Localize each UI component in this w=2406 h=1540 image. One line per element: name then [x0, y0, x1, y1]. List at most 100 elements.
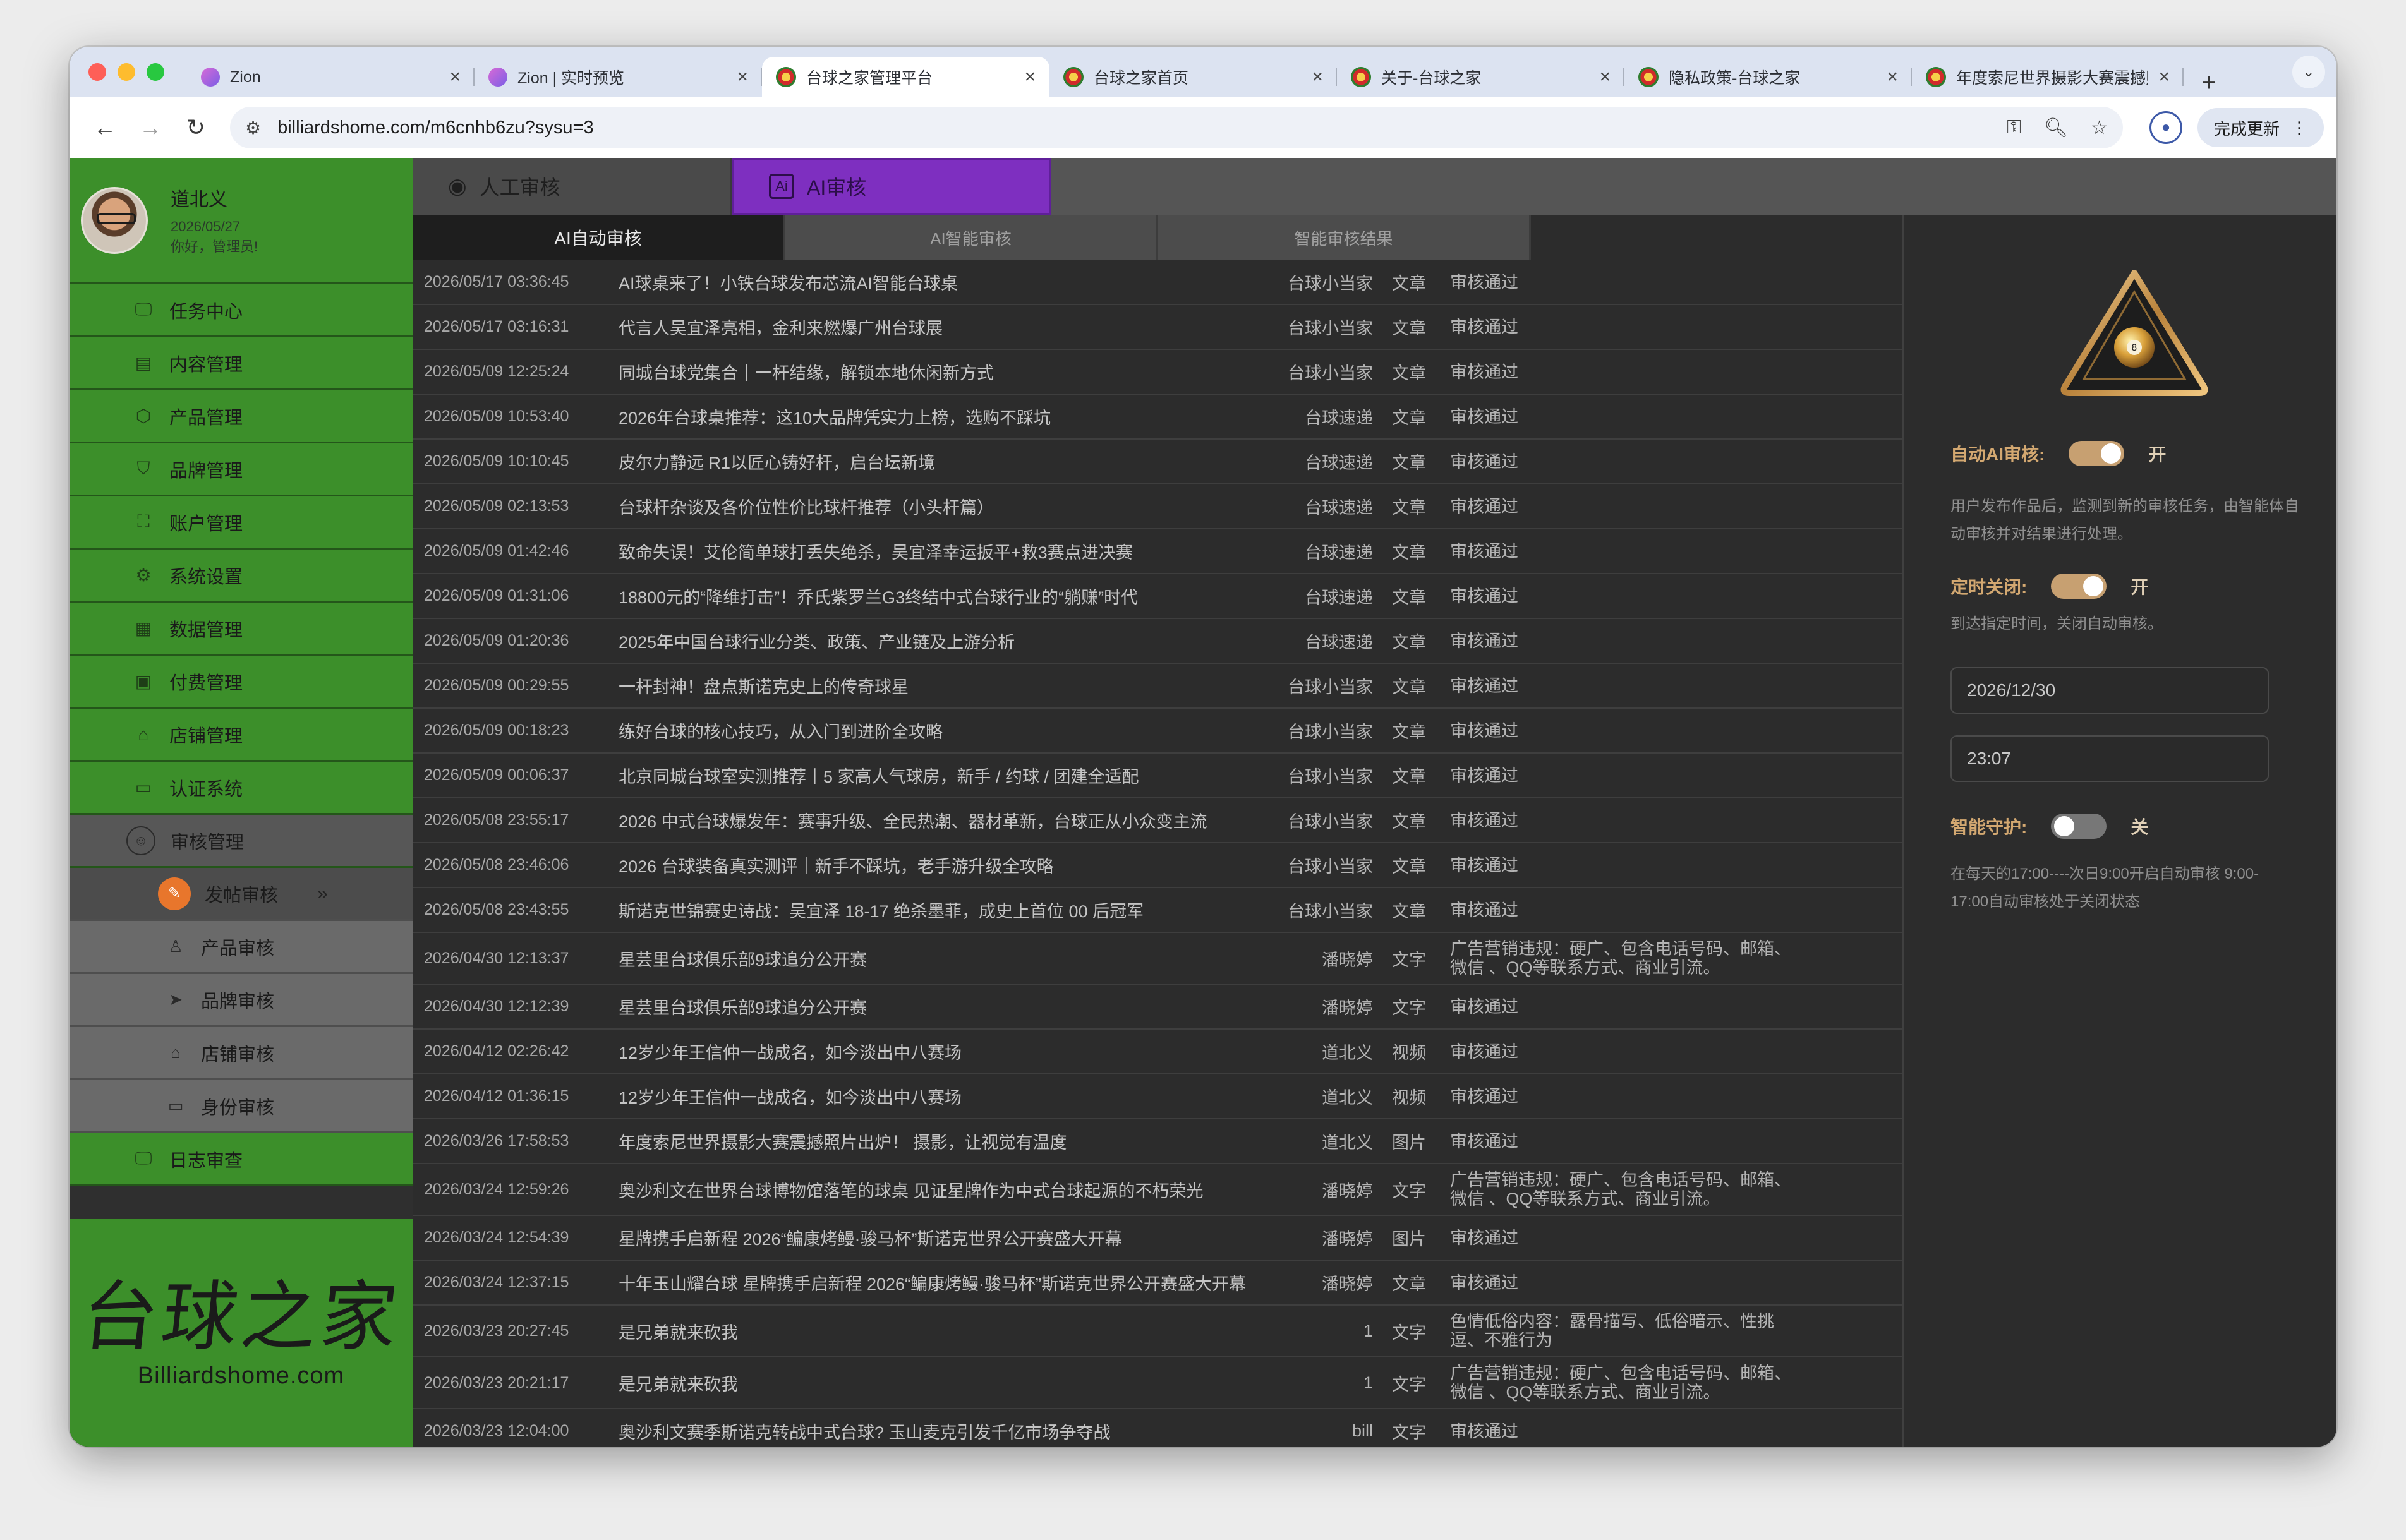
zoom-icon[interactable]: 🔍︎	[2044, 117, 2068, 139]
table-row[interactable]: 2026/05/08 23:55:17 2026 中式台球爆发年：赛事升级、全民热…	[413, 798, 1902, 843]
sidebar-item-log[interactable]: 🖵 日志审查	[70, 1133, 413, 1186]
table-row[interactable]: 2026/05/17 03:36:45 AI球桌来了！小铁台球发布芯流AI智能台球…	[413, 260, 1902, 305]
close-window-button[interactable]	[88, 63, 106, 81]
sidebar-item-brand[interactable]: ⛉ 品牌管理	[70, 443, 413, 496]
row-title: 12岁少年王信仲一战成名，如今淡出中八赛场	[619, 1044, 962, 1062]
avatar[interactable]	[81, 186, 148, 254]
admin-app: 道北义 2026/05/27 你好，管理员! 🖵 任务中心 ▤ 内容管理 ⬡ 产品管理…	[70, 158, 2336, 1447]
browser-tab-active[interactable]: 台球之家管理平台 ×	[762, 57, 1049, 97]
address-bar[interactable]: ⚙ billiardshome.com/m6cnhb6zu?sysu=3 ⚿ 🔍…	[230, 107, 2123, 148]
browser-tab[interactable]: 年度索尼世界摄影大赛震撼照 ×	[1912, 57, 2184, 97]
sidebar-item-task-center[interactable]: 🖵 任务中心	[70, 284, 413, 337]
table-row[interactable]: 2026/04/30 12:12:39 星芸里台球俱乐部9球追分公开赛 潘晓婷 文字 审…	[413, 985, 1902, 1030]
table-row[interactable]: 2026/05/09 01:20:36 2025年中国台球行业分类、政策、产业链及…	[413, 619, 1902, 664]
row-status: 色情低俗内容：露骨描写、低俗暗示、性挑逗、不雅行为	[1450, 1312, 1774, 1350]
more-menu-icon[interactable]: ⋮	[2291, 118, 2307, 138]
forward-arrow-icon[interactable]: →	[128, 114, 173, 141]
close-tab-icon[interactable]: ×	[1599, 66, 1611, 88]
sidebar-item-account[interactable]: ⛶ 账户管理	[70, 496, 413, 550]
sidebar-item-product[interactable]: ⬡ 产品管理	[70, 390, 413, 443]
table-row[interactable]: 2026/05/17 03:16:31 代言人吴宜泽亮相，金利来燃爆广州台球展 台球…	[413, 305, 1902, 350]
close-tab-icon[interactable]: ×	[2158, 66, 2170, 88]
sidebar-item-certification[interactable]: ▭ 认证系统	[70, 762, 413, 815]
row-author: 潘晓婷	[1322, 1181, 1373, 1201]
update-button[interactable]: 完成更新 ⋮	[2197, 108, 2324, 147]
tab-ai-smart-review[interactable]: AI智能审核	[785, 215, 1158, 260]
tab-ai-auto-review[interactable]: AI自动审核	[413, 215, 785, 260]
table-row[interactable]: 2026/05/09 00:29:55 一杆封神！盘点斯诺克史上的传奇球星 台球小当…	[413, 664, 1902, 709]
table-row[interactable]: 2026/03/23 12:04:00 奥沙利文赛季斯诺克转战中式台球? 玉山麦克…	[413, 1409, 1902, 1447]
sidebar-item-data[interactable]: ▦ 数据管理	[70, 603, 413, 656]
timed-close-toggle[interactable]	[2051, 574, 2107, 599]
browser-tab[interactable]: Zion | 实时预览 ×	[475, 57, 762, 97]
browser-tab[interactable]: 关于-台球之家 ×	[1337, 57, 1624, 97]
close-date-field[interactable]: 2026/12/30	[1950, 667, 2269, 714]
sidebar-item-review[interactable]: ☺ 审核管理	[70, 815, 413, 868]
table-row[interactable]: 2026/05/09 12:25:24 同城台球党集合｜一杆结缘，解锁本地休闲新方…	[413, 350, 1902, 395]
timed-close-description: 到达指定时间，关闭自动审核。	[1950, 615, 2163, 632]
table-row[interactable]: 2026/05/08 23:43:55 斯诺克世锦赛史诗战：吴宜泽 18-17 绝…	[413, 888, 1902, 933]
table-row[interactable]: 2026/03/23 20:21:17 是兄弟就来砍我 1 文字 广告营销违规：硬广、包…	[413, 1357, 1902, 1409]
table-row[interactable]: 2026/04/12 01:36:15 12岁少年王信仲一战成名，如今淡出中八赛场…	[413, 1074, 1902, 1119]
table-row[interactable]: 2026/03/24 12:54:39 星牌携手启新程 2026“鳊康烤鳗·骏马杯…	[413, 1216, 1902, 1261]
sidebar-item-settings[interactable]: ⚙ 系统设置	[70, 550, 413, 603]
tab-search-chevron-icon[interactable]: ⌄	[2292, 56, 2325, 88]
table-row[interactable]: 2026/05/09 10:53:40 2026年台球桌推荐：这10大品牌凭实力上…	[413, 395, 1902, 440]
table-row[interactable]: 2026/05/09 01:31:06 18800元的“降维打击”！乔氏紫罗兰G3…	[413, 574, 1902, 619]
reload-icon[interactable]: ↻	[173, 114, 219, 141]
close-tab-icon[interactable]: ×	[737, 66, 748, 88]
row-type: 文章	[1392, 1275, 1426, 1294]
sidebar-subitem-identity-review[interactable]: ▭ 身份审核	[70, 1080, 413, 1133]
table-row[interactable]: 2026/05/09 02:13:53 台球杆杂谈及各价位性价比球杆推荐（小头杆篇…	[413, 484, 1902, 529]
table-row[interactable]: 2026/03/24 12:59:26 奥沙利文在世界台球博物馆落笔的球桌 见证星…	[413, 1164, 1902, 1216]
browser-tab[interactable]: 隐私政策-台球之家 ×	[1624, 57, 1912, 97]
sidebar-subitem-store-review[interactable]: ⌂ 店铺审核	[70, 1027, 413, 1080]
close-tab-icon[interactable]: ×	[449, 66, 461, 88]
row-title: 星芸里台球俱乐部9球追分公开赛	[619, 950, 867, 970]
browser-tab[interactable]: 台球之家首页 ×	[1049, 57, 1337, 97]
tab-smart-review-results[interactable]: 智能审核结果	[1158, 215, 1531, 260]
sidebar-item-content[interactable]: ▤ 内容管理	[70, 337, 413, 390]
new-tab-button[interactable]: +	[2190, 69, 2228, 97]
row-author: 道北义	[1322, 1088, 1373, 1107]
table-row[interactable]: 2026/03/24 12:37:15 十年玉山耀台球 星牌携手启新程 2026“…	[413, 1261, 1902, 1306]
sidebar-subitem-product-review[interactable]: ♙ 产品审核	[70, 921, 413, 974]
table-row[interactable]: 2026/04/12 02:26:42 12岁少年王信仲一战成名，如今淡出中八赛场…	[413, 1030, 1902, 1074]
close-tab-icon[interactable]: ×	[1312, 66, 1323, 88]
table-row[interactable]: 2026/03/23 20:27:45 是兄弟就来砍我 1 文字 色情低俗内容：露骨描写…	[413, 1306, 1902, 1357]
profile-icon[interactable]: ●	[2149, 111, 2182, 144]
table-row[interactable]: 2026/03/26 17:58:53 年度索尼世界摄影大赛震撼照片出炉！ 摄影，…	[413, 1119, 1902, 1164]
table-row[interactable]: 2026/05/09 00:18:23 练好台球的核心技巧，从入门到进阶全攻略 台球…	[413, 709, 1902, 754]
minimize-window-button[interactable]	[118, 63, 135, 81]
smart-guard-toggle[interactable]	[2051, 814, 2107, 839]
post-review-icon: ✎	[158, 877, 191, 910]
timed-close-setting: 定时关闭: 开	[1950, 574, 2148, 599]
sidebar-subitem-brand-review[interactable]: ➤ 品牌审核	[70, 974, 413, 1027]
table-row[interactable]: 2026/05/09 00:06:37 北京同城台球室实测推荐丨5 家高人气球房，…	[413, 754, 1902, 798]
tab-manual-review[interactable]: ◉ 人工审核	[413, 158, 732, 215]
auto-ai-toggle[interactable]	[2069, 441, 2125, 466]
close-time-field[interactable]: 23:07	[1950, 735, 2269, 782]
close-tab-icon[interactable]: ×	[1887, 66, 1898, 88]
tab-ai-review[interactable]: Ai AI审核	[732, 158, 1051, 215]
row-title: 斯诺克世锦赛史诗战：吴宜泽 18-17 绝杀墨菲，成史上首位 00 后冠军	[619, 902, 1144, 921]
url-text[interactable]: billiardshome.com/m6cnhb6zu?sysu=3	[277, 117, 1984, 138]
bookmark-star-icon[interactable]: ☆	[2091, 117, 2108, 139]
site-settings-icon[interactable]: ⚙	[245, 117, 261, 138]
table-row[interactable]: 2026/05/09 01:42:46 致命失误！艾伦简单球打丢失绝杀，吴宜泽幸运…	[413, 529, 1902, 574]
back-arrow-icon[interactable]: ←	[82, 114, 128, 141]
table-row[interactable]: 2026/05/09 10:10:45 皮尔力静远 R1以匠心铸好杆，启台坛新境 台…	[413, 440, 1902, 484]
row-type: 文章	[1392, 633, 1426, 652]
browser-tab[interactable]: Zion ×	[187, 57, 475, 97]
password-key-icon[interactable]: ⚿	[2007, 117, 2021, 138]
maximize-window-button[interactable]	[147, 63, 164, 81]
sidebar-item-store[interactable]: ⌂ 店铺管理	[70, 709, 413, 762]
row-title: 北京同城台球室实测推荐丨5 家高人气球房，新手 / 约球 / 团建全适配	[619, 767, 1139, 786]
table-row[interactable]: 2026/05/08 23:46:06 2026 台球装备真实测评｜新手不踩坑，老…	[413, 843, 1902, 888]
table-row[interactable]: 2026/04/30 12:13:37 星芸里台球俱乐部9球追分公开赛 潘晓婷 文字 广…	[413, 933, 1902, 985]
close-tab-icon[interactable]: ×	[1024, 66, 1036, 88]
row-status: 审核通过	[1450, 1042, 1518, 1061]
sidebar-subitem-post-review[interactable]: ✎ 发帖审核 »	[70, 868, 413, 921]
sidebar-item-payment[interactable]: ▣ 付费管理	[70, 656, 413, 709]
row-date: 2026/03/23 12:04:00	[424, 1422, 569, 1440]
